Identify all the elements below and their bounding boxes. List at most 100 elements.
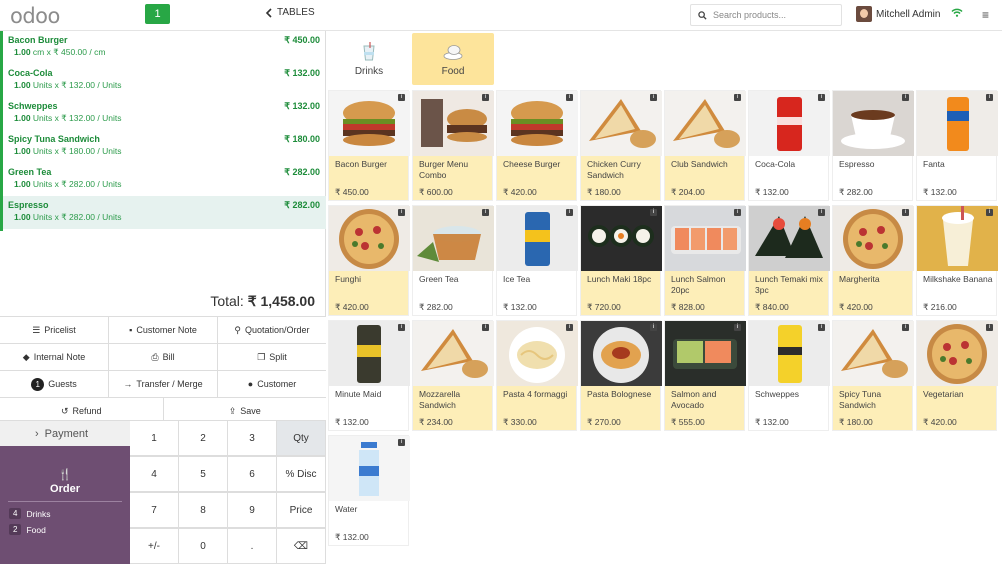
product-card[interactable]: i Burger Menu Combo ₹ 600.00 [412,90,494,201]
order-line[interactable]: Coca-Cola ₹ 132.00 1.00 Units x ₹ 132.00… [3,64,326,97]
info-icon[interactable]: i [902,209,909,216]
numpad-key-4[interactable]: 4 [130,456,179,492]
hamburger-menu-icon[interactable]: ≡ [982,8,989,22]
product-card[interactable]: i Mozzarella Sandwich ₹ 234.00 [412,320,494,431]
info-icon[interactable]: i [650,324,657,331]
numpad-price[interactable]: Price [277,492,326,528]
category-food[interactable]: Food [412,33,494,85]
product-card[interactable]: i Lunch Temaki mix 3pc ₹ 840.00 [748,205,830,316]
product-card[interactable]: i Green Tea ₹ 282.00 [412,205,494,316]
info-icon[interactable]: i [398,439,405,446]
internal-note-button[interactable]: ◆ Internal Note [0,344,109,370]
search-input[interactable]: Search products... [690,4,842,26]
info-icon[interactable]: i [398,94,405,101]
search-placeholder: Search products... [713,10,787,20]
product-card[interactable]: i Lunch Maki 18pc ₹ 720.00 [580,205,662,316]
product-card[interactable]: i Club Sandwich ₹ 204.00 [664,90,746,201]
numpad-discount[interactable]: % Disc [277,456,326,492]
product-price: ₹ 132.00 [503,302,537,312]
pricelist-button[interactable]: ☰ Pricelist [0,317,109,343]
customer-note-button[interactable]: ▪ Customer Note [109,317,218,343]
product-card[interactable]: i Bacon Burger ₹ 450.00 [328,90,410,201]
payment-button[interactable]: › Payment [0,420,130,446]
info-icon[interactable]: i [566,209,573,216]
numpad-key-6[interactable]: 6 [228,456,277,492]
product-card[interactable]: i Schweppes ₹ 132.00 [748,320,830,431]
numpad-key-7[interactable]: 7 [130,492,179,528]
order-line[interactable]: Bacon Burger ₹ 450.00 1.00 cm x ₹ 450.00… [3,31,326,64]
order-line-name: Coca-Cola [8,68,53,78]
info-icon[interactable]: i [734,94,741,101]
info-icon[interactable]: i [482,94,489,101]
product-card[interactable]: i Espresso ₹ 282.00 [832,90,914,201]
category-drinks[interactable]: Drinks [328,33,410,85]
numpad-key-8[interactable]: 8 [179,492,228,528]
order-tab-badge[interactable]: 1 [145,4,170,24]
info-icon[interactable]: i [734,324,741,331]
quotation-order-button[interactable]: ⚲ Quotation/Order [218,317,326,343]
numpad-key-1[interactable]: 1 [130,420,179,456]
product-card[interactable]: i Coca-Cola ₹ 132.00 [748,90,830,201]
bill-button[interactable]: ⎙ Bill [109,344,218,370]
product-price: ₹ 132.00 [923,187,957,197]
tables-button[interactable]: TABLES [265,7,315,18]
info-icon[interactable]: i [902,324,909,331]
product-card[interactable]: i Chicken Curry Sandwich ₹ 180.00 [580,90,662,201]
info-icon[interactable]: i [650,94,657,101]
info-icon[interactable]: i [482,324,489,331]
info-icon[interactable]: i [818,209,825,216]
numpad-key-2[interactable]: 2 [179,420,228,456]
product-card[interactable]: i Cheese Burger ₹ 420.00 [496,90,578,201]
product-card[interactable]: i Pasta 4 formaggi ₹ 330.00 [496,320,578,431]
info-icon[interactable]: i [398,209,405,216]
numpad-backspace[interactable]: ⌫ [277,528,326,564]
info-icon[interactable]: i [818,94,825,101]
numpad-decimal[interactable]: . [228,528,277,564]
product-card[interactable]: i Salmon and Avocado ₹ 555.00 [664,320,746,431]
order-line[interactable]: Spicy Tuna Sandwich ₹ 180.00 1.00 Units … [3,130,326,163]
info-icon[interactable]: i [818,324,825,331]
numpad-key-3[interactable]: 3 [228,420,277,456]
numpad-key-0[interactable]: 0 [179,528,228,564]
customer-button[interactable]: ● Customer [218,371,326,397]
product-card[interactable]: i Ice Tea ₹ 132.00 [496,205,578,316]
product-card[interactable]: i Vegetarian ₹ 420.00 [916,320,998,431]
user-menu[interactable]: Mitchell Admin [856,6,940,22]
product-card[interactable]: i Milkshake Banana ₹ 216.00 [916,205,998,316]
product-price: ₹ 132.00 [335,532,369,542]
product-card[interactable]: i Water ₹ 132.00 [328,435,410,546]
info-icon[interactable]: i [566,94,573,101]
product-price: ₹ 282.00 [839,187,873,197]
info-icon[interactable]: i [986,324,993,331]
product-card[interactable]: i Spicy Tuna Sandwich ₹ 180.00 [832,320,914,431]
info-icon[interactable]: i [734,209,741,216]
numpad-key-5[interactable]: 5 [179,456,228,492]
product-name: Burger Menu Combo [419,159,469,180]
info-icon[interactable]: i [650,209,657,216]
product-card[interactable]: i Minute Maid ₹ 132.00 [328,320,410,431]
info-icon[interactable]: i [566,324,573,331]
numpad-qty[interactable]: Qty [277,420,326,456]
info-icon[interactable]: i [986,94,993,101]
product-name: Spicy Tuna Sandwich [839,389,882,410]
order-line-selected[interactable]: Espresso ₹ 282.00 1.00 Units x ₹ 282.00 … [3,196,326,229]
product-card[interactable]: i Lunch Salmon 20pc ₹ 828.00 [664,205,746,316]
guests-button[interactable]: 1 Guests [0,371,109,397]
product-card[interactable]: i Margherita ₹ 420.00 [832,205,914,316]
product-card[interactable]: i Funghi ₹ 420.00 [328,205,410,316]
numpad-key-9[interactable]: 9 [228,492,277,528]
numpad-plus-minus[interactable]: +/- [130,528,179,564]
info-icon[interactable]: i [398,324,405,331]
info-icon[interactable]: i [482,209,489,216]
info-icon[interactable]: i [986,209,993,216]
note-icon: ▪ [129,325,133,335]
product-card[interactable]: i Pasta Bolognese ₹ 270.00 [580,320,662,431]
info-icon[interactable]: i [902,94,909,101]
transfer-merge-button[interactable]: → Transfer / Merge [109,371,218,397]
order-line[interactable]: Schweppes ₹ 132.00 1.00 Units x ₹ 132.00… [3,97,326,130]
split-button[interactable]: ❐ Split [218,344,326,370]
order-line[interactable]: Green Tea ₹ 282.00 1.00 Units x ₹ 282.00… [3,163,326,196]
product-price: ₹ 840.00 [755,302,789,312]
product-card[interactable]: i Fanta ₹ 132.00 [916,90,998,201]
order-button[interactable]: 🍴 Order 4 Drinks 2 Food [0,446,130,564]
